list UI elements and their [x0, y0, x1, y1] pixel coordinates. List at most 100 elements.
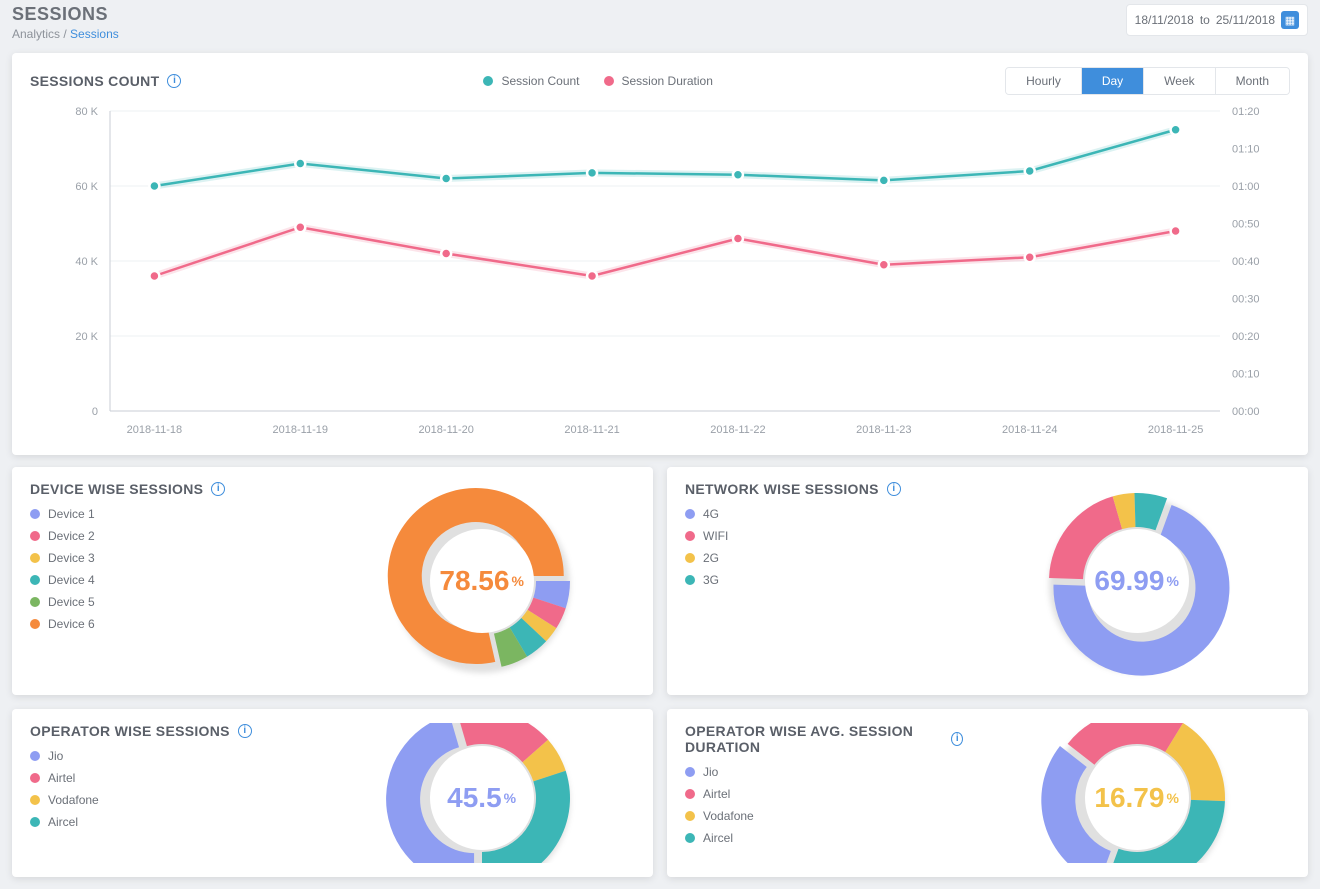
svg-text:2018-11-19: 2018-11-19 — [273, 424, 328, 436]
legend-dot — [30, 619, 40, 629]
breadcrumb-root: Analytics — [12, 27, 60, 41]
tab-week[interactable]: Week — [1144, 68, 1215, 94]
operator-sessions-title: OPERATOR WISE SESSIONS — [30, 723, 230, 739]
info-icon[interactable]: i — [238, 724, 252, 738]
legend-item: Jio — [30, 749, 308, 763]
legend-dot — [30, 553, 40, 563]
svg-text:60 K: 60 K — [75, 181, 98, 193]
legend-item: Aircel — [30, 815, 308, 829]
date-to: 25/11/2018 — [1216, 13, 1275, 27]
title-block: SESSIONS Analytics / Sessions — [12, 4, 119, 41]
svg-text:2018-11-25: 2018-11-25 — [1148, 424, 1203, 436]
legend-dot — [685, 575, 695, 585]
svg-text:00:50: 00:50 — [1232, 219, 1260, 231]
legend-dot — [30, 575, 40, 585]
tab-month[interactable]: Month — [1216, 68, 1289, 94]
legend-dot — [685, 767, 695, 777]
page-header: SESSIONS Analytics / Sessions 18/11/2018… — [12, 4, 1308, 41]
operator-duration-donut: 16.79% — [1037, 723, 1237, 863]
breadcrumb: Analytics / Sessions — [12, 27, 119, 41]
legend-dot — [685, 833, 695, 843]
legend-dot — [685, 509, 695, 519]
tab-hourly[interactable]: Hourly — [1006, 68, 1082, 94]
dot-pink — [604, 76, 614, 86]
network-donut: 69.99% — [1037, 481, 1237, 681]
time-granularity-tabs: Hourly Day Week Month — [1005, 67, 1290, 95]
legend-item: Device 2 — [30, 529, 308, 543]
svg-text:00:40: 00:40 — [1232, 256, 1260, 268]
legend-item: Device 5 — [30, 595, 308, 609]
legend-item: Aircel — [685, 831, 963, 845]
operator-duration-title: OPERATOR WISE AVG. SESSION DURATION — [685, 723, 943, 755]
sessions-legend: Session Count Session Duration — [483, 74, 712, 88]
legend-item: 4G — [685, 507, 963, 521]
card-title-row: SESSIONS COUNT i — [30, 73, 181, 89]
date-from: 18/11/2018 — [1135, 13, 1194, 27]
network-title: NETWORK WISE SESSIONS — [685, 481, 879, 497]
legend-item: Airtel — [30, 771, 308, 785]
svg-text:2018-11-21: 2018-11-21 — [564, 424, 619, 436]
legend-item: 3G — [685, 573, 963, 587]
legend-item: 2G — [685, 551, 963, 565]
network-wise-card: NETWORK WISE SESSIONS i 4G WIFI 2G 3G 69.99% — [667, 467, 1308, 695]
legend-item: Device 4 — [30, 573, 308, 587]
operator-duration-card: OPERATOR WISE AVG. SESSION DURATION i Jio… — [667, 709, 1308, 877]
svg-text:80 K: 80 K — [75, 106, 98, 118]
dot-teal — [483, 76, 493, 86]
legend-dot — [30, 531, 40, 541]
legend-dot — [30, 773, 40, 783]
svg-text:01:00: 01:00 — [1232, 181, 1260, 193]
legend-item: Device 1 — [30, 507, 308, 521]
sessions-count-card: SESSIONS COUNT i Session Count Session D… — [12, 53, 1308, 455]
svg-text:00:10: 00:10 — [1232, 369, 1260, 381]
info-icon[interactable]: i — [951, 732, 963, 746]
device-wise-card: DEVICE WISE SESSIONS i Device 1 Device 2 De… — [12, 467, 653, 695]
operator-sessions-donut: 45.5% — [382, 723, 582, 863]
svg-text:2018-11-23: 2018-11-23 — [856, 424, 911, 436]
info-icon[interactable]: i — [211, 482, 225, 496]
operator-sessions-card: OPERATOR WISE SESSIONS i Jio Airtel Vodafon… — [12, 709, 653, 877]
legend-dot — [30, 509, 40, 519]
legend-dot — [30, 817, 40, 827]
breadcrumb-current[interactable]: Sessions — [70, 27, 119, 41]
page-title: SESSIONS — [12, 4, 119, 25]
date-to-word: to — [1200, 13, 1210, 27]
svg-text:2018-11-18: 2018-11-18 — [127, 424, 182, 436]
svg-text:40 K: 40 K — [75, 256, 98, 268]
svg-text:00:00: 00:00 — [1232, 406, 1260, 418]
svg-text:2018-11-22: 2018-11-22 — [710, 424, 765, 436]
operator-duration-legend: Jio Airtel Vodafone Aircel — [685, 765, 963, 845]
device-donut: 78.56% — [382, 481, 582, 681]
tab-day[interactable]: Day — [1082, 68, 1144, 94]
device-title: DEVICE WISE SESSIONS — [30, 481, 203, 497]
legend-item: Vodafone — [685, 809, 963, 823]
svg-text:0: 0 — [92, 406, 98, 418]
legend-dot — [685, 553, 695, 563]
legend-item: Jio — [685, 765, 963, 779]
info-icon[interactable]: i — [167, 74, 181, 88]
legend-session-duration: Session Duration — [604, 74, 713, 88]
operator-sessions-legend: Jio Airtel Vodafone Aircel — [30, 749, 308, 829]
breadcrumb-separator: / — [60, 27, 70, 41]
legend-item: Device 6 — [30, 617, 308, 631]
legend-dot — [30, 751, 40, 761]
legend-dot — [685, 789, 695, 799]
sessions-count-title: SESSIONS COUNT — [30, 73, 159, 89]
legend-dot — [30, 597, 40, 607]
device-legend: Device 1Device 2Device 3Device 4Device 5… — [30, 507, 308, 631]
date-range-picker[interactable]: 18/11/2018 to 25/11/2018 ▦ — [1126, 4, 1308, 36]
legend-item: Airtel — [685, 787, 963, 801]
legend-dot — [685, 531, 695, 541]
svg-text:20 K: 20 K — [75, 331, 98, 343]
svg-text:2018-11-20: 2018-11-20 — [418, 424, 473, 436]
info-icon[interactable]: i — [887, 482, 901, 496]
sessions-line-chart: 0 20 K 40 K 60 K 80 K 00:00 00:10 00:20 00:30 00:… — [30, 101, 1290, 441]
svg-text:01:10: 01:10 — [1232, 144, 1260, 156]
legend-session-count: Session Count — [483, 74, 579, 88]
legend-item: WIFI — [685, 529, 963, 543]
legend-item: Vodafone — [30, 793, 308, 807]
svg-text:01:20: 01:20 — [1232, 106, 1260, 118]
network-legend: 4G WIFI 2G 3G — [685, 507, 963, 587]
svg-text:00:20: 00:20 — [1232, 331, 1260, 343]
svg-text:00:30: 00:30 — [1232, 294, 1260, 306]
